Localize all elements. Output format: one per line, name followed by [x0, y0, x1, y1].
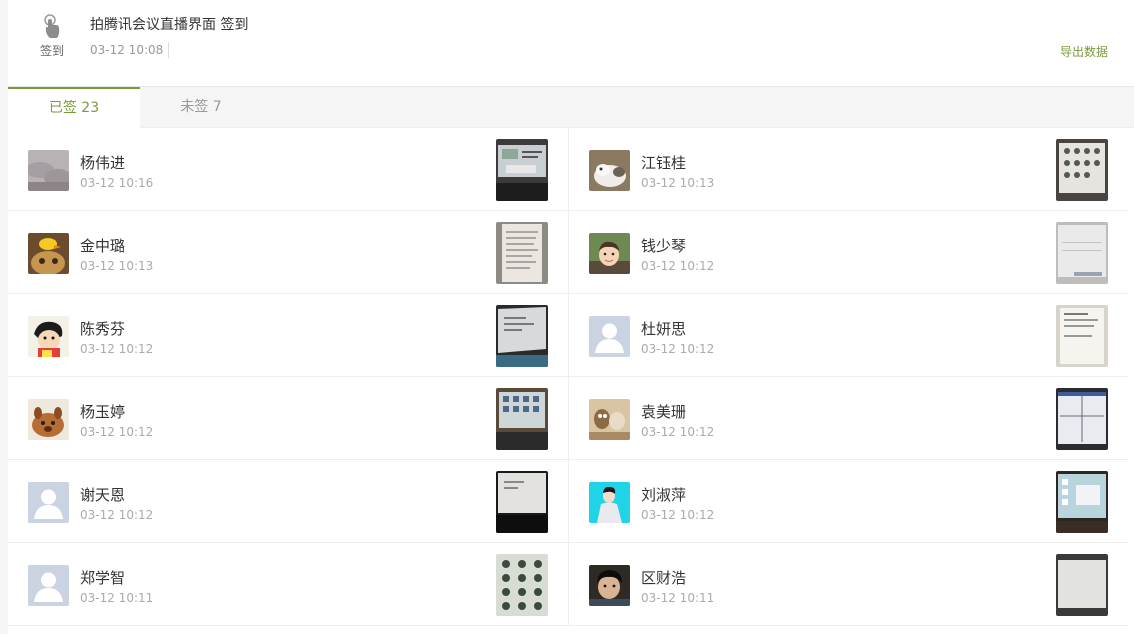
attendee-name: 郑学智	[80, 569, 126, 587]
export-data-button[interactable]: 导出数据	[1060, 43, 1108, 60]
avatar	[589, 399, 630, 440]
avatar	[28, 565, 69, 606]
avatar	[589, 316, 630, 357]
sign-in-time: 03-12 10:13	[80, 259, 154, 273]
sign-in-photo-thumbnail[interactable]	[496, 554, 548, 616]
sign-in-time: 03-12 10:11	[641, 591, 715, 605]
sign-in-tabs: 已签 23 未签 7	[8, 87, 1134, 128]
sign-in-photo-thumbnail[interactable]	[1056, 471, 1108, 533]
avatar	[589, 565, 630, 606]
attendee-row[interactable]: 钱少琴 03-12 10:12	[568, 211, 1128, 294]
sign-in-time: 03-12 10:11	[80, 591, 154, 605]
attendee-name: 杨伟进	[80, 154, 126, 172]
attendee-row[interactable]: 郑学智 03-12 10:11	[8, 543, 568, 626]
sign-in-photo-thumbnail[interactable]	[1056, 222, 1108, 284]
attendee-name: 区财浩	[641, 569, 687, 587]
attendee-name: 谢天恩	[80, 486, 126, 504]
sign-in-time: 03-12 10:12	[641, 259, 715, 273]
sign-in-photo-thumbnail[interactable]	[496, 305, 548, 367]
attendee-row[interactable]: 金中璐 03-12 10:13	[8, 211, 568, 294]
attendee-row[interactable]: 杨伟进 03-12 10:16	[8, 128, 568, 211]
attendee-row[interactable]: 江钰桂 03-12 10:13	[568, 128, 1128, 211]
attendee-name: 袁美珊	[641, 403, 687, 421]
tap-hand-icon	[42, 14, 62, 40]
activity-time: 03-12 10:08	[90, 43, 164, 57]
attendee-name: 江钰桂	[641, 154, 687, 172]
sign-in-photo-thumbnail[interactable]	[1056, 388, 1108, 450]
avatar	[28, 233, 69, 274]
page-title: 拍腾讯会议直播界面 签到	[90, 17, 249, 33]
avatar	[589, 150, 630, 191]
attendee-row[interactable]: 谢天恩 03-12 10:12	[8, 460, 568, 543]
attendee-list: 杨伟进 03-12 10:16 江钰桂 03-12 10:13 金中璐 03-12 10:…	[8, 128, 1128, 634]
attendee-row[interactable]: 刘淑萍 03-12 10:12	[568, 460, 1128, 543]
attendee-row[interactable]: 袁美珊 03-12 10:12	[568, 377, 1128, 460]
attendee-row[interactable]: 杨玉婷 03-12 10:12	[8, 377, 568, 460]
sign-in-time: 03-12 10:13	[641, 176, 715, 190]
sign-in-time: 03-12 10:12	[641, 342, 715, 356]
sign-in-time: 03-12 10:16	[80, 176, 154, 190]
sign-in-badge: 签到	[34, 14, 70, 59]
avatar	[28, 316, 69, 357]
attendee-name: 杨玉婷	[80, 403, 126, 421]
attendee-name: 钱少琴	[641, 237, 687, 255]
sign-in-time: 03-12 10:12	[641, 508, 715, 522]
sign-in-photo-thumbnail[interactable]	[1056, 554, 1108, 616]
sign-in-header: 签到 拍腾讯会议直播界面 签到 03-12 10:08 导出数据	[8, 0, 1134, 87]
attendee-row[interactable]: 陈秀芬 03-12 10:12	[8, 294, 568, 377]
sign-in-caption: 签到	[39, 44, 64, 58]
attendee-name: 金中璐	[80, 237, 126, 255]
sign-in-photo-thumbnail[interactable]	[496, 222, 548, 284]
sign-in-time: 03-12 10:12	[80, 425, 154, 439]
attendee-row[interactable]: 杜妍思 03-12 10:12	[568, 294, 1128, 377]
tab-unsigned[interactable]: 未签 7	[140, 87, 262, 128]
avatar	[28, 150, 69, 191]
sign-in-photo-thumbnail[interactable]	[496, 388, 548, 450]
avatar	[589, 482, 630, 523]
sign-in-photo-thumbnail[interactable]	[496, 471, 548, 533]
sign-in-photo-thumbnail[interactable]	[1056, 305, 1108, 367]
sign-in-time: 03-12 10:12	[641, 425, 715, 439]
divider	[168, 42, 169, 58]
avatar	[589, 233, 630, 274]
avatar	[28, 399, 69, 440]
sign-in-time: 03-12 10:12	[80, 342, 154, 356]
attendee-name: 杜妍思	[641, 320, 687, 338]
sign-in-panel: 签到 拍腾讯会议直播界面 签到 03-12 10:08 导出数据 已签 23 未…	[8, 0, 1134, 634]
avatar	[28, 482, 69, 523]
attendee-name: 陈秀芬	[80, 320, 126, 338]
attendee-row[interactable]: 区财浩 03-12 10:11	[568, 543, 1128, 626]
tab-signed[interactable]: 已签 23	[8, 87, 140, 128]
sign-in-photo-thumbnail[interactable]	[1056, 139, 1108, 201]
attendee-name: 刘淑萍	[641, 486, 687, 504]
sign-in-time: 03-12 10:12	[80, 508, 154, 522]
sign-in-photo-thumbnail[interactable]	[496, 139, 548, 201]
